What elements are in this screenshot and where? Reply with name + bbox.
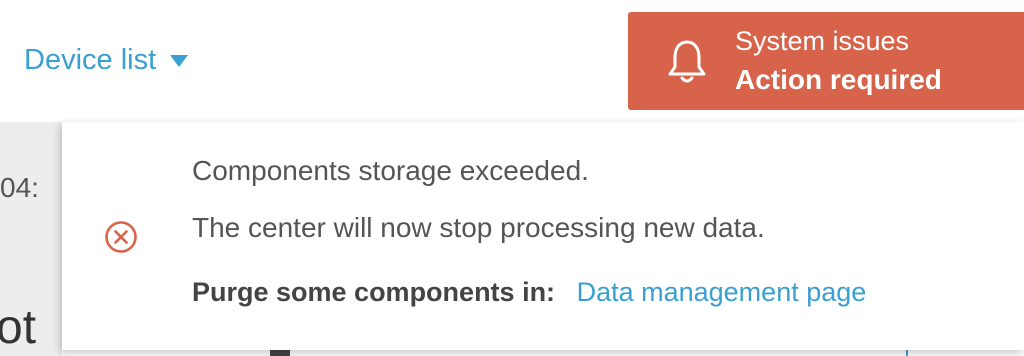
device-list-label: Device list (24, 44, 157, 76)
page: Device list System issues Action require… (0, 0, 1024, 356)
error-circle-x-icon (105, 221, 137, 253)
caret-down-icon (170, 55, 189, 67)
system-issues-title: System issues (735, 26, 910, 56)
purge-label: Purge some components in: (192, 277, 556, 307)
notification-message-line1: Components storage exceeded. (192, 155, 589, 186)
system-issues-subtitle: Action required (735, 64, 942, 95)
system-issues-button[interactable]: System issues Action required (628, 12, 1024, 110)
notification-message-line2: The center will now stop processing new … (192, 212, 765, 243)
system-issues-popup: Components storage exceeded. The center … (62, 122, 1024, 350)
background-time-fragment: 04: (0, 172, 39, 203)
background-heading-fragment: ot (0, 301, 37, 354)
purge-row: Purge some components in: Data managemen… (192, 274, 866, 310)
data-management-link[interactable]: Data management page (577, 277, 867, 307)
bell-icon (668, 40, 706, 83)
device-list-dropdown[interactable]: Device list (24, 40, 189, 80)
